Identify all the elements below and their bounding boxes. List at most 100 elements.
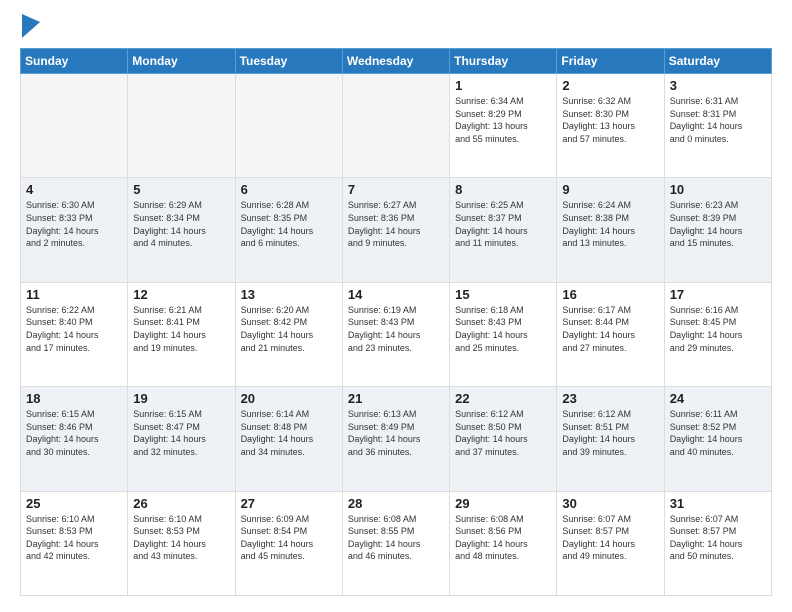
day-number: 22 [455,391,551,406]
day-number: 21 [348,391,444,406]
day-number: 16 [562,287,658,302]
empty-cell [342,74,449,178]
day-info: Sunrise: 6:18 AM Sunset: 8:43 PM Dayligh… [455,304,551,354]
week-row-2: 4 Sunrise: 6:30 AM Sunset: 8:33 PM Daylig… [21,178,772,282]
day-number: 31 [670,496,766,511]
day-number: 26 [133,496,229,511]
week-row-5: 25 Sunrise: 6:10 AM Sunset: 8:53 PM Dayli… [21,491,772,595]
day-info: Sunrise: 6:13 AM Sunset: 8:49 PM Dayligh… [348,408,444,458]
day-info: Sunrise: 6:17 AM Sunset: 8:44 PM Dayligh… [562,304,658,354]
day-cell-14: 14Sunrise: 6:19 AM Sunset: 8:43 PM Dayli… [342,282,449,386]
day-number: 25 [26,496,122,511]
header [20,16,772,38]
day-cell-2: 2 Sunrise: 6:32 AM Sunset: 8:30 PM Daylig… [557,74,664,178]
day-cell-28: 28 Sunrise: 6:08 AM Sunset: 8:55 PM Dayli… [342,491,449,595]
day-cell-4: 4 Sunrise: 6:30 AM Sunset: 8:33 PM Daylig… [21,178,128,282]
day-cell-1: 1 Sunrise: 6:34 AM Sunset: 8:29 PM Daylig… [450,74,557,178]
day-number: 27 [241,496,337,511]
day-cell-12: 12Sunrise: 6:21 AM Sunset: 8:41 PM Dayli… [128,282,235,386]
col-header-friday: Friday [557,49,664,74]
day-number: 30 [562,496,658,511]
day-cell-25: 25 Sunrise: 6:10 AM Sunset: 8:53 PM Dayli… [21,491,128,595]
day-number: 14 [348,287,444,302]
day-number: 18 [26,391,122,406]
day-info: Sunrise: 6:14 AM Sunset: 8:48 PM Dayligh… [241,408,337,458]
day-info: Sunrise: 6:34 AM Sunset: 8:29 PM Dayligh… [455,95,551,145]
day-number: 2 [562,78,658,93]
day-cell-23: 23 Sunrise: 6:12 AM Sunset: 8:51 PM Dayli… [557,387,664,491]
day-cell-13: 13 Sunrise: 6:20 AM Sunset: 8:42 PM Dayli… [235,282,342,386]
day-cell-29: 29 Sunrise: 6:08 AM Sunset: 8:56 PM Dayli… [450,491,557,595]
logo-icon [22,14,40,38]
empty-cell [235,74,342,178]
day-number: 28 [348,496,444,511]
day-info: Sunrise: 6:27 AM Sunset: 8:36 PM Dayligh… [348,199,444,249]
day-number: 1 [455,78,551,93]
page: SundayMondayTuesdayWednesdayThursdayFrid… [0,0,792,612]
day-number: 15 [455,287,551,302]
day-info: Sunrise: 6:29 AM Sunset: 8:34 PM Dayligh… [133,199,229,249]
header-row: SundayMondayTuesdayWednesdayThursdayFrid… [21,49,772,74]
day-info: Sunrise: 6:09 AM Sunset: 8:54 PM Dayligh… [241,513,337,563]
day-number: 4 [26,182,122,197]
day-cell-18: 18 Sunrise: 6:15 AM Sunset: 8:46 PM Dayli… [21,387,128,491]
day-cell-22: 22 Sunrise: 6:12 AM Sunset: 8:50 PM Dayli… [450,387,557,491]
day-cell-26: 26Sunrise: 6:10 AM Sunset: 8:53 PM Dayli… [128,491,235,595]
day-number: 5 [133,182,229,197]
day-info: Sunrise: 6:15 AM Sunset: 8:47 PM Dayligh… [133,408,229,458]
day-number: 17 [670,287,766,302]
day-number: 23 [562,391,658,406]
day-info: Sunrise: 6:07 AM Sunset: 8:57 PM Dayligh… [562,513,658,563]
col-header-tuesday: Tuesday [235,49,342,74]
day-number: 13 [241,287,337,302]
day-cell-27: 27 Sunrise: 6:09 AM Sunset: 8:54 PM Dayli… [235,491,342,595]
day-info: Sunrise: 6:15 AM Sunset: 8:46 PM Dayligh… [26,408,122,458]
day-cell-19: 19 Sunrise: 6:15 AM Sunset: 8:47 PM Dayli… [128,387,235,491]
day-info: Sunrise: 6:10 AM Sunset: 8:53 PM Dayligh… [26,513,122,563]
week-row-4: 18 Sunrise: 6:15 AM Sunset: 8:46 PM Dayli… [21,387,772,491]
day-number: 24 [670,391,766,406]
day-number: 20 [241,391,337,406]
day-cell-17: 17 Sunrise: 6:16 AM Sunset: 8:45 PM Dayli… [664,282,771,386]
day-info: Sunrise: 6:08 AM Sunset: 8:55 PM Dayligh… [348,513,444,563]
day-info: Sunrise: 6:07 AM Sunset: 8:57 PM Dayligh… [670,513,766,563]
calendar-table: SundayMondayTuesdayWednesdayThursdayFrid… [20,48,772,596]
day-number: 10 [670,182,766,197]
day-cell-5: 5 Sunrise: 6:29 AM Sunset: 8:34 PM Daylig… [128,178,235,282]
day-cell-10: 10Sunrise: 6:23 AM Sunset: 8:39 PM Dayli… [664,178,771,282]
day-info: Sunrise: 6:11 AM Sunset: 8:52 PM Dayligh… [670,408,766,458]
day-number: 19 [133,391,229,406]
day-info: Sunrise: 6:32 AM Sunset: 8:30 PM Dayligh… [562,95,658,145]
col-header-thursday: Thursday [450,49,557,74]
day-info: Sunrise: 6:12 AM Sunset: 8:50 PM Dayligh… [455,408,551,458]
day-info: Sunrise: 6:08 AM Sunset: 8:56 PM Dayligh… [455,513,551,563]
col-header-monday: Monday [128,49,235,74]
day-number: 3 [670,78,766,93]
day-info: Sunrise: 6:24 AM Sunset: 8:38 PM Dayligh… [562,199,658,249]
day-cell-16: 16 Sunrise: 6:17 AM Sunset: 8:44 PM Dayli… [557,282,664,386]
day-number: 6 [241,182,337,197]
day-number: 7 [348,182,444,197]
logo [20,16,40,38]
day-info: Sunrise: 6:12 AM Sunset: 8:51 PM Dayligh… [562,408,658,458]
day-number: 29 [455,496,551,511]
col-header-sunday: Sunday [21,49,128,74]
day-cell-9: 9Sunrise: 6:24 AM Sunset: 8:38 PM Daylig… [557,178,664,282]
day-info: Sunrise: 6:20 AM Sunset: 8:42 PM Dayligh… [241,304,337,354]
day-info: Sunrise: 6:31 AM Sunset: 8:31 PM Dayligh… [670,95,766,145]
day-cell-21: 21 Sunrise: 6:13 AM Sunset: 8:49 PM Dayli… [342,387,449,491]
day-number: 8 [455,182,551,197]
col-header-wednesday: Wednesday [342,49,449,74]
day-info: Sunrise: 6:30 AM Sunset: 8:33 PM Dayligh… [26,199,122,249]
day-number: 12 [133,287,229,302]
day-cell-7: 7 Sunrise: 6:27 AM Sunset: 8:36 PM Daylig… [342,178,449,282]
day-info: Sunrise: 6:28 AM Sunset: 8:35 PM Dayligh… [241,199,337,249]
day-cell-15: 15 Sunrise: 6:18 AM Sunset: 8:43 PM Dayli… [450,282,557,386]
col-header-saturday: Saturday [664,49,771,74]
day-info: Sunrise: 6:16 AM Sunset: 8:45 PM Dayligh… [670,304,766,354]
day-cell-20: 20 Sunrise: 6:14 AM Sunset: 8:48 PM Dayli… [235,387,342,491]
day-info: Sunrise: 6:25 AM Sunset: 8:37 PM Dayligh… [455,199,551,249]
day-cell-6: 6 Sunrise: 6:28 AM Sunset: 8:35 PM Daylig… [235,178,342,282]
day-cell-11: 11Sunrise: 6:22 AM Sunset: 8:40 PM Dayli… [21,282,128,386]
empty-cell [21,74,128,178]
